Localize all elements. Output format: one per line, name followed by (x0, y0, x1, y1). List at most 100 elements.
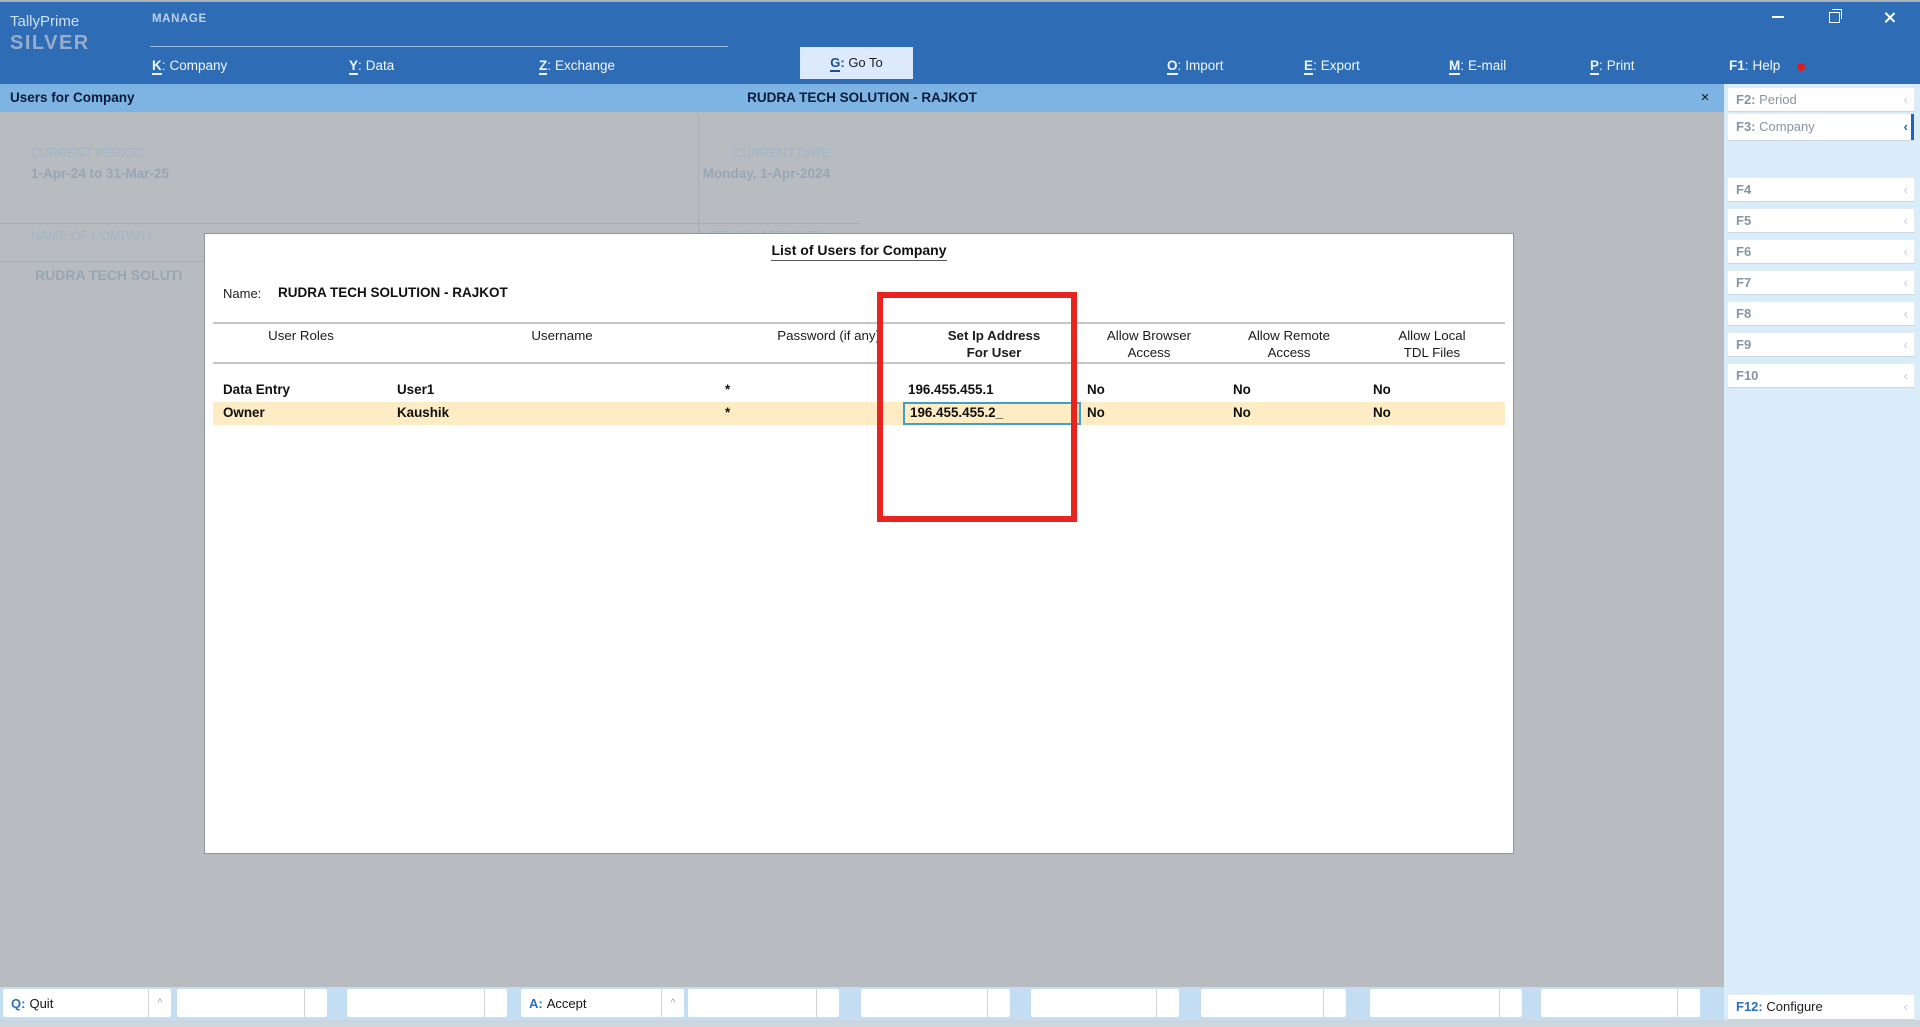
menu-item-exchange[interactable]: Z: Exchange (539, 58, 616, 75)
current-period-label: CURRENT PERIOD (31, 146, 144, 160)
cell-password: * (725, 405, 731, 420)
fkey-action: Configure (1766, 999, 1823, 1014)
chevron-left-icon: ‹ (1903, 182, 1908, 197)
menu-section-label: MANAGE (152, 13, 207, 25)
col-header-local-tdl-line2: TDL Files (1403, 345, 1461, 360)
col-header-browser-line1: Allow Browser (1106, 328, 1192, 343)
shortcut-key: A (529, 995, 539, 1011)
app-name: TallyPrime (10, 13, 80, 30)
col-header-browser: Allow Browser Access (1069, 327, 1229, 361)
close-icon (1884, 11, 1896, 23)
cell-browser-access: No (1087, 382, 1105, 397)
bottombar-slot (1031, 989, 1179, 1017)
chevron-left-icon: ‹ (1903, 999, 1908, 1014)
menu-item-print[interactable]: P: Print (1590, 58, 1635, 75)
chevron-left-icon: ‹ (1903, 368, 1908, 383)
fkey-label: F8 (1736, 306, 1752, 321)
menu-section-divider (150, 46, 728, 47)
shortcut-key: P (1590, 58, 1600, 75)
col-header-remote: Allow Remote Access (1209, 327, 1369, 361)
fkey-label: F6 (1736, 244, 1752, 259)
close-screen-button[interactable]: × (1692, 84, 1718, 112)
shortcut-sep: : (1744, 58, 1749, 73)
sidebar-item-f5[interactable]: F5 ‹ (1727, 208, 1915, 233)
menu-item-label: Export (1320, 58, 1360, 73)
bottombar-slot (1201, 989, 1346, 1017)
dialog-title-wrap: List of Users for Company (205, 242, 1513, 261)
menu-item-email[interactable]: M: E-mail (1449, 58, 1507, 75)
sidebar-item-f4[interactable]: F4 ‹ (1727, 177, 1915, 202)
shortcut-sep: : (358, 58, 362, 73)
sidebar-item-f10[interactable]: F10 ‹ (1727, 363, 1915, 388)
cell-username: User1 (397, 382, 435, 397)
menu-item-import[interactable]: O: Import (1167, 58, 1224, 75)
cell-local-tdl: No (1373, 382, 1391, 397)
shortcut-key: O (1167, 58, 1178, 75)
fkey-label: F4 (1736, 182, 1752, 197)
help-notification-dot (1797, 63, 1805, 71)
fkey-label: F10 (1736, 368, 1759, 383)
company-title: RUDRA TECH SOLUTION - RAJKOT (747, 90, 977, 105)
fkey-label: F7 (1736, 275, 1752, 290)
menu-item-company[interactable]: K: Company (152, 58, 227, 75)
screen-title-band: Users for Company RUDRA TECH SOLUTION - … (0, 84, 1724, 112)
col-header-browser-line2: Access (1127, 345, 1171, 360)
col-header-remote-line1: Allow Remote (1247, 328, 1331, 343)
minimize-icon (1772, 16, 1784, 18)
shortcut-sep: : (1313, 58, 1317, 73)
close-window-button[interactable] (1868, 4, 1912, 30)
fkey-action: Period (1759, 92, 1797, 107)
cell-password: * (725, 382, 731, 397)
sidebar-item-f8[interactable]: F8 ‹ (1727, 301, 1915, 326)
col-header-username: Username (531, 328, 593, 343)
users-dialog: List of Users for Company Name: RUDRA TE… (204, 233, 1514, 854)
fkey-label: F3: (1736, 119, 1756, 134)
menu-item-help[interactable]: F1: Help (1729, 58, 1780, 73)
bottombar-slot (1541, 989, 1700, 1017)
sidebar-item-f9[interactable]: F9 ‹ (1727, 332, 1915, 357)
window-bottom-edge (0, 1020, 1920, 1027)
fkey-label: F5 (1736, 213, 1752, 228)
cell-username: Kaushik (397, 405, 450, 420)
chevron-left-icon: ‹ (1903, 337, 1908, 352)
shortcut-key: Q (11, 995, 22, 1011)
shortcut-key: Z (539, 58, 548, 75)
menu-item-label: Import (1185, 58, 1224, 73)
company-name-clipped: RUDRA TECH SOLUTI (35, 267, 183, 283)
cell-local-tdl: No (1373, 405, 1391, 420)
menu-item-goto[interactable]: G: Go To (800, 47, 913, 79)
shortcut-sep: : (1599, 58, 1603, 73)
accept-button[interactable]: A: Accept ^ (521, 989, 684, 1017)
menu-item-label: Help (1752, 58, 1781, 73)
shortcut-sep: : (21, 995, 26, 1011)
button-label: Accept (546, 995, 587, 1011)
window-top-edge (0, 0, 1920, 2)
shortcut-sep: : (1460, 58, 1465, 73)
menu-item-label: E-mail (1468, 58, 1507, 73)
menu-item-label: Print (1606, 58, 1635, 73)
sidebar-item-f2-period[interactable]: F2: Period ‹ (1727, 87, 1915, 112)
table-header-top-line (213, 322, 1505, 324)
fkey-label: F12: (1736, 999, 1763, 1014)
sidebar-item-f6[interactable]: F6 ‹ (1727, 239, 1915, 264)
chevron-left-icon: ‹ (1903, 275, 1908, 290)
sidebar-item-f12-configure[interactable]: F12: Configure ‹ (1727, 994, 1915, 1020)
cell-remote-access: No (1233, 405, 1251, 420)
workspace-divider-top (0, 223, 860, 224)
menu-item-label: Exchange (555, 58, 616, 73)
caret-up-icon: ^ (148, 989, 171, 1017)
sidebar-item-f7[interactable]: F7 ‹ (1727, 270, 1915, 295)
shortcut-key: M (1449, 58, 1461, 75)
chevron-left-icon: ‹ (1903, 92, 1908, 107)
menu-item-data[interactable]: Y: Data (349, 58, 394, 75)
fkey-label: F2: (1736, 92, 1756, 107)
table-header-bottom-line (213, 362, 1505, 364)
minimize-button[interactable] (1756, 4, 1800, 30)
name-of-company-label: NAME OF COMPANY (31, 229, 154, 243)
dialog-name-label: Name: (223, 286, 262, 301)
maximize-button[interactable] (1812, 4, 1856, 30)
quit-button[interactable]: Q: Quit ^ (3, 989, 171, 1017)
sidebar-item-f3-company[interactable]: F3: Company ‹ (1727, 113, 1915, 141)
menu-item-export[interactable]: E: Export (1304, 58, 1360, 75)
chevron-left-icon: ‹ (1903, 244, 1908, 259)
